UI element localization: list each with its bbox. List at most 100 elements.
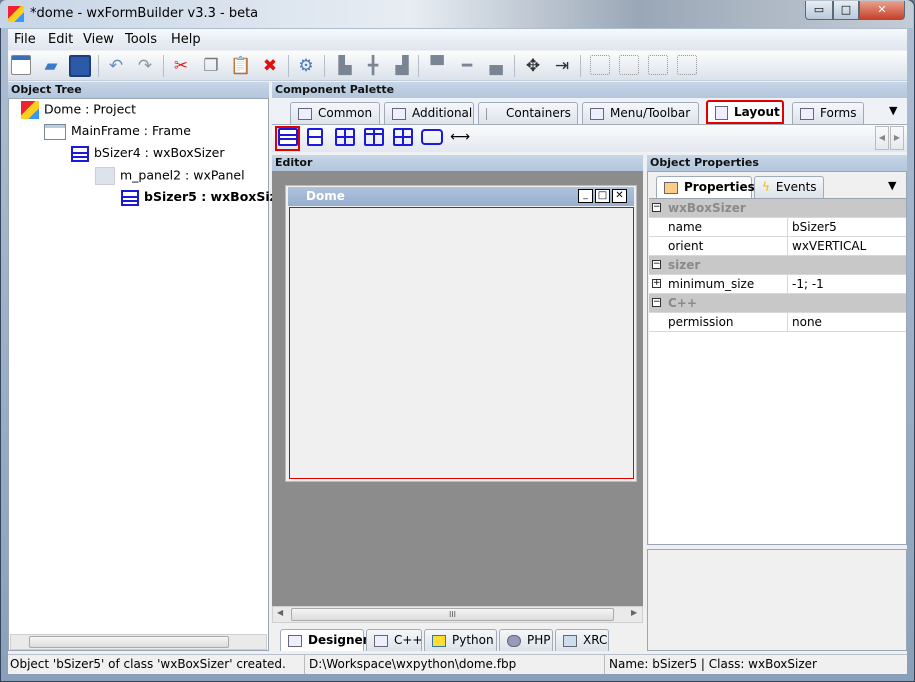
status-message: Object 'bSizer5' of class 'wxBoxSizer' c… — [10, 657, 286, 671]
scroll-thumb[interactable] — [29, 636, 229, 648]
tool-wxwrapsizer[interactable] — [307, 128, 323, 146]
menu-file[interactable]: File — [14, 32, 36, 47]
redo-icon[interactable]: ↷ — [134, 55, 156, 77]
palette-scroll-right[interactable]: ▶ — [890, 126, 904, 150]
frame-maximize-icon: □ — [595, 189, 610, 203]
selected-sizer-bsizer5[interactable] — [289, 207, 634, 479]
align-top-icon[interactable]: ▀ — [426, 55, 448, 77]
tab-designer[interactable]: Designer — [280, 629, 369, 651]
save-icon[interactable] — [69, 55, 91, 77]
generate-code-icon[interactable]: ⚙ — [295, 55, 317, 77]
designer-icon — [288, 634, 302, 647]
frame-title: Dome — [306, 189, 345, 203]
palette-tools: ⟷ ◀ ▶ — [272, 124, 907, 152]
menu-tools[interactable]: Tools — [125, 32, 157, 47]
scroll-thumb[interactable]: III — [291, 608, 614, 621]
align-bottom-icon[interactable]: ▄ — [485, 55, 507, 77]
property-minimum-size[interactable]: + minimum_size -1; -1 — [649, 275, 906, 294]
tool-wxstaticboxsizer[interactable] — [421, 129, 443, 145]
minimize-button[interactable]: ▭ — [805, 1, 833, 20]
frame-icon — [44, 123, 66, 140]
tab-layout[interactable]: Layout — [706, 100, 784, 124]
align-left-icon[interactable]: ▙ — [334, 55, 356, 77]
palette-scroll-left[interactable]: ◀ — [875, 126, 889, 150]
tab-containers[interactable]: Containers — [478, 102, 578, 124]
tab-properties[interactable]: Properties — [656, 176, 755, 198]
designer-frame: Dome _ □ ✕ — [285, 185, 637, 482]
tab-label: Python — [452, 633, 494, 647]
stretch-icon[interactable]: ⇥ — [551, 55, 573, 77]
tab-label: C++ — [394, 633, 423, 647]
properties-icon — [664, 181, 678, 194]
tab-label: Designer — [308, 633, 369, 647]
python-icon — [432, 634, 446, 647]
cut-icon[interactable]: ✂ — [170, 55, 192, 77]
tool-wxgridbagsizer[interactable] — [393, 128, 413, 146]
properties-dropdown-icon[interactable]: ▼ — [888, 179, 896, 192]
tab-python[interactable]: Python — [424, 629, 497, 651]
menu-help[interactable]: Help — [171, 32, 201, 47]
project-icon — [21, 101, 39, 119]
property-permission[interactable]: permission none — [649, 313, 906, 332]
align-middle-icon[interactable]: ━ — [456, 55, 478, 77]
tab-xrc[interactable]: XRC — [555, 629, 609, 651]
tool-wxgridsizer[interactable] — [335, 128, 355, 146]
palette-body: Common Additional Containers Menu/Toolba… — [272, 98, 907, 153]
tree-item-bsizer5[interactable]: bSizer5 : wxBoxSizer — [121, 189, 292, 206]
tab-cpp[interactable]: C++ — [366, 629, 423, 651]
object-properties-panel: Object Properties Properties ϟ Events ▼ −… — [647, 155, 907, 651]
expand-icon[interactable]: ✥ — [522, 55, 544, 77]
tree-label: MainFrame : Frame — [71, 123, 191, 138]
tab-events[interactable]: ϟ Events — [754, 176, 824, 198]
tree-item-bsizer4[interactable]: bSizer4 : wxBoxSizer — [71, 145, 225, 162]
tool-wxboxsizer[interactable] — [278, 128, 298, 146]
border-left-icon[interactable] — [590, 55, 610, 75]
align-center-icon[interactable]: ╋ — [362, 55, 384, 77]
box-sizer-icon — [71, 145, 89, 162]
object-tree: Dome : Project MainFrame : Frame bSizer4… — [8, 98, 292, 651]
open-icon[interactable]: ▰ — [40, 55, 62, 77]
toolbar: ▰ ↶ ↷ ✂ ❐ 📋 ✖ ⚙ ▙ ╋ ▟ ▀ ━ ▄ ✥ ⇥ — [8, 51, 907, 81]
category-wxboxsizer[interactable]: − wxBoxSizer — [649, 199, 906, 218]
tab-menu-toolbar[interactable]: Menu/Toolbar — [582, 102, 699, 124]
title-bar: *dome - wxFormBuilder v3.3 - beta ▭ □ ✕ — [0, 0, 913, 28]
tab-php[interactable]: PHP — [499, 629, 553, 651]
paste-icon[interactable]: 📋 — [230, 55, 252, 77]
category-sizer[interactable]: − sizer — [649, 256, 906, 275]
tab-additional[interactable]: Additional — [384, 102, 474, 124]
xrc-icon — [563, 634, 577, 647]
delete-icon[interactable]: ✖ — [259, 55, 281, 77]
tree-item-project[interactable]: Dome : Project — [21, 101, 136, 119]
undo-icon[interactable]: ↶ — [105, 55, 127, 77]
border-right-icon[interactable] — [619, 55, 639, 75]
tab-label: Containers — [506, 106, 571, 120]
tool-spacer[interactable]: ⟷ — [450, 129, 470, 145]
tab-label: XRC — [583, 633, 608, 647]
frame-close-icon: ✕ — [612, 189, 627, 203]
align-right-icon[interactable]: ▟ — [391, 55, 413, 77]
new-icon[interactable] — [11, 55, 31, 75]
tree-item-mainframe[interactable]: MainFrame : Frame — [44, 123, 191, 140]
palette-header: Component Palette — [272, 82, 907, 98]
category-cpp[interactable]: − C++ — [649, 294, 906, 313]
tool-wxflexgridsizer[interactable] — [364, 128, 384, 146]
border-bottom-icon[interactable] — [677, 55, 697, 75]
menu-edit[interactable]: Edit — [48, 32, 73, 47]
menu-view[interactable]: View — [83, 32, 114, 47]
border-top-icon[interactable] — [648, 55, 668, 75]
frame-minimize-icon: _ — [578, 189, 593, 203]
tab-common[interactable]: Common — [290, 102, 380, 124]
tab-label: Events — [775, 180, 817, 194]
property-name[interactable]: name bSizer5 — [649, 218, 906, 237]
maximize-button[interactable]: □ — [833, 1, 859, 20]
object-tree-header: Object Tree — [8, 82, 269, 98]
tabs-dropdown-icon[interactable]: ▼ — [889, 104, 897, 117]
tree-horizontal-scrollbar[interactable] — [10, 634, 267, 650]
tree-item-panel[interactable]: m_panel2 : wxPanel — [95, 167, 245, 185]
tree-label: bSizer5 : wxBoxSizer — [144, 189, 292, 204]
editor-horizontal-scrollbar[interactable]: ◀ III ▶ — [272, 606, 643, 623]
copy-icon[interactable]: ❐ — [200, 55, 222, 77]
close-button[interactable]: ✕ — [859, 1, 905, 20]
tab-forms[interactable]: Forms — [792, 102, 864, 124]
property-orient[interactable]: orient wxVERTICAL — [649, 237, 906, 256]
